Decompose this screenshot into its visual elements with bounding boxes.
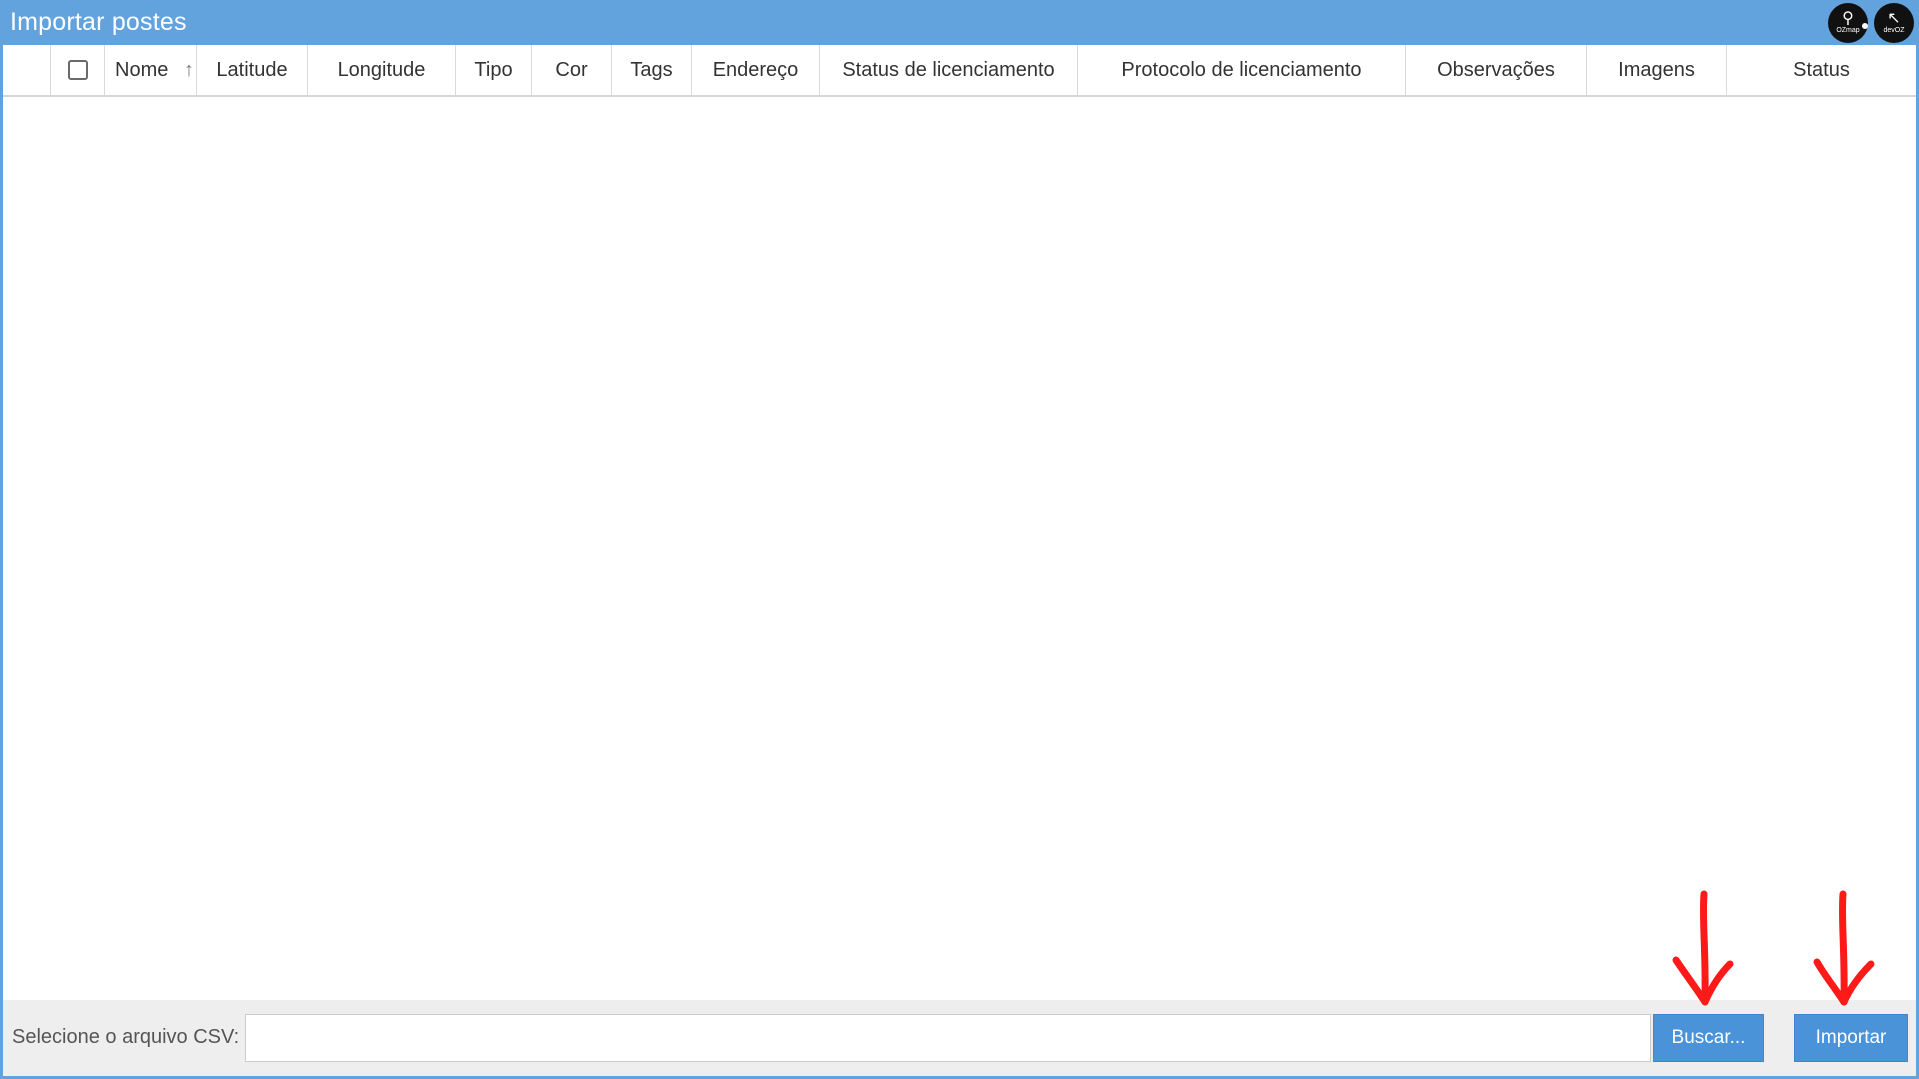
red-arrow-down-icon — [1813, 890, 1875, 1006]
title-bar: Importar postes ⚲ OZmap ↖ devOZ — [0, 0, 1919, 45]
column-header-label: Imagens — [1618, 58, 1695, 81]
logo-connector — [1862, 23, 1868, 29]
select-all-checkbox[interactable] — [67, 60, 88, 80]
csv-file-input[interactable] — [245, 1014, 1651, 1062]
red-arrow-down-icon — [1672, 890, 1734, 1006]
map-pin-icon: ⚲ — [1842, 10, 1854, 27]
column-header-label: Tipo — [474, 58, 513, 81]
sort-ascending-icon: ↑ — [184, 59, 194, 81]
column-header-label: Status de licenciamento — [842, 58, 1055, 81]
cursor-icon: ↖ — [1887, 10, 1901, 27]
devoz-logo: ↖ devOZ — [1874, 3, 1914, 43]
column-header-label: Tags — [630, 58, 673, 81]
column-header-observacoes[interactable]: Observações — [1406, 45, 1587, 95]
column-header-label: Status — [1793, 58, 1850, 81]
column-header-nome[interactable]: Nome ↑ — [105, 45, 197, 95]
table-body — [3, 97, 1916, 1000]
browse-button[interactable]: Buscar... — [1653, 1014, 1764, 1062]
column-header-label: Longitude — [337, 58, 426, 81]
dialog-title: Importar postes — [10, 8, 187, 36]
column-header-status-licenciamento[interactable]: Status de licenciamento — [820, 45, 1078, 95]
column-header-label: Cor — [555, 58, 588, 81]
column-header-label: Latitude — [216, 58, 288, 81]
import-button[interactable]: Importar — [1794, 1014, 1908, 1062]
column-header-latitude[interactable]: Latitude — [197, 45, 308, 95]
ozmap-logo-label: OZmap — [1836, 27, 1860, 34]
import-dialog: Importar postes ⚲ OZmap ↖ devOZ Nome ↑ L… — [0, 0, 1919, 1079]
brand-logos: ⚲ OZmap ↖ devOZ — [1828, 3, 1914, 43]
row-handle-column — [3, 45, 51, 95]
column-header-label: Endereço — [712, 58, 799, 81]
column-header-status[interactable]: Status — [1727, 45, 1916, 95]
column-header-cor[interactable]: Cor — [532, 45, 612, 95]
column-header-longitude[interactable]: Longitude — [308, 45, 456, 95]
column-header-tags[interactable]: Tags — [612, 45, 692, 95]
devoz-logo-label: devOZ — [1883, 27, 1905, 34]
table-header: Nome ↑ Latitude Longitude Tipo Cor Tags … — [3, 45, 1916, 97]
column-header-label: Observações — [1437, 58, 1555, 81]
column-header-imagens[interactable]: Imagens — [1587, 45, 1727, 95]
import-footer: Selecione o arquivo CSV: Buscar... Impor… — [3, 1000, 1916, 1076]
column-header-tipo[interactable]: Tipo — [456, 45, 532, 95]
column-header-protocolo-licenciamento[interactable]: Protocolo de licenciamento — [1078, 45, 1406, 95]
csv-file-label: Selecione o arquivo CSV: — [12, 1026, 240, 1048]
column-header-label: Nome — [115, 58, 169, 81]
column-header-label: Protocolo de licenciamento — [1121, 58, 1362, 81]
column-header-endereco[interactable]: Endereço — [692, 45, 820, 95]
select-all-column — [51, 45, 105, 95]
